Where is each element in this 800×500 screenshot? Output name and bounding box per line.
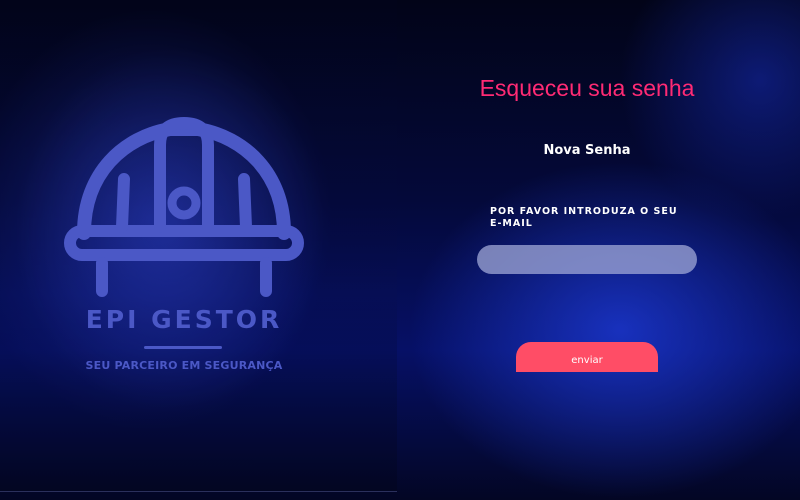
page-title: Esqueceu sua senha [479,75,695,101]
brand-name: EPI GESTOR [85,305,283,334]
submit-button[interactable]: enviar [516,342,658,372]
hard-hat-icon [64,117,304,297]
email-field-label: POR FAVOR INTRODUZA O SEU E-MAIL [490,206,678,229]
email-field[interactable] [477,245,697,274]
brand-panel: EPI GESTOR SEU PARCEIRO EM SEGURANÇA [0,0,397,492]
brand-divider [144,346,222,349]
form-panel: Esqueceu sua senha Nova Senha POR FAVOR … [397,0,800,500]
brand-tagline: SEU PARCEIRO EM SEGURANÇA [85,359,283,372]
forgot-password-page: EPI GESTOR SEU PARCEIRO EM SEGURANÇA Esq… [0,0,800,500]
form-subtitle: Nova Senha [543,143,631,158]
